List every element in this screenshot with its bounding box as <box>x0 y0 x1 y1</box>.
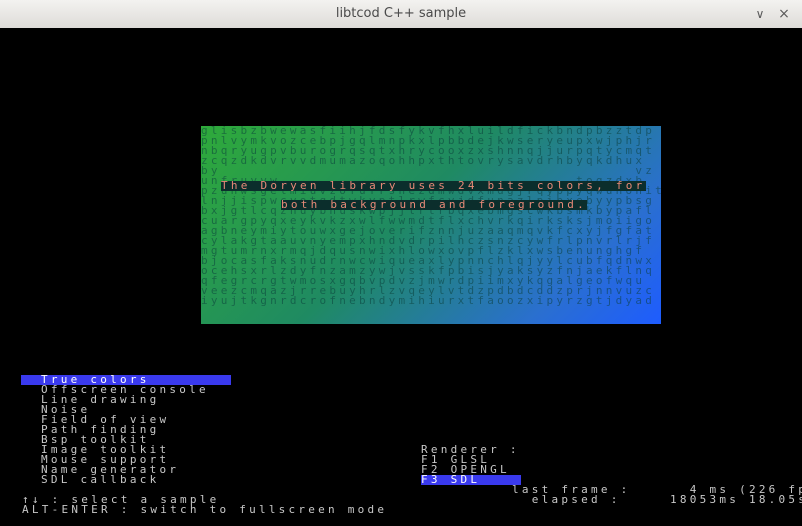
message-line-1: The Doryen library uses 24 bits colors, … <box>221 179 646 192</box>
fullscreen-hint: ALT-ENTER : switch to fullscreen mode <box>22 503 388 516</box>
title-bar[interactable]: libtcod C++ sample ∨ × <box>0 0 802 29</box>
help-text: ↑↓ : select a sample ALT-ENTER : switch … <box>22 494 388 516</box>
console-area: glisbzbwewasfiihjfdsfykvfhxluildfickbndp… <box>0 28 802 526</box>
sample-menu: True colors Offscreen console Line drawing… <box>21 374 231 485</box>
close-icon[interactable]: × <box>776 6 792 22</box>
sample-message: The Doryen library uses 24 bits colors, … <box>221 174 646 212</box>
window-title: libtcod C++ sample <box>335 6 467 21</box>
frame-stats: last frame : 4 ms (226 fps) elapsed : 18… <box>512 484 802 506</box>
menu-item-sdl-callback[interactable]: SDL callback <box>21 474 231 485</box>
random-characters-grid: glisbzbwewasfiihjfdsfykvfhxluildfickbndp… <box>201 126 661 324</box>
renderer-panel: Renderer : F1 GLSL F2 OPENGL F3 SDL <box>421 444 521 485</box>
elapsed-stat: elapsed : 18053ms 18.05s <box>512 493 802 506</box>
message-line-2: both background and foreground. <box>281 198 588 211</box>
noise-row: iyujtkgnrdcrofnebndymihiurxtfaoozxipyrzg… <box>201 294 656 307</box>
true-colors-sample-panel: glisbzbwewasfiihjfdsfykvfhxluildfickbndp… <box>201 126 661 324</box>
renderer-option-f3-sdl[interactable]: F3 SDL <box>421 474 521 485</box>
app-window: libtcod C++ sample ∨ × glisbzbwewasfiihj… <box>0 0 802 526</box>
minimize-icon[interactable]: ∨ <box>752 6 768 22</box>
